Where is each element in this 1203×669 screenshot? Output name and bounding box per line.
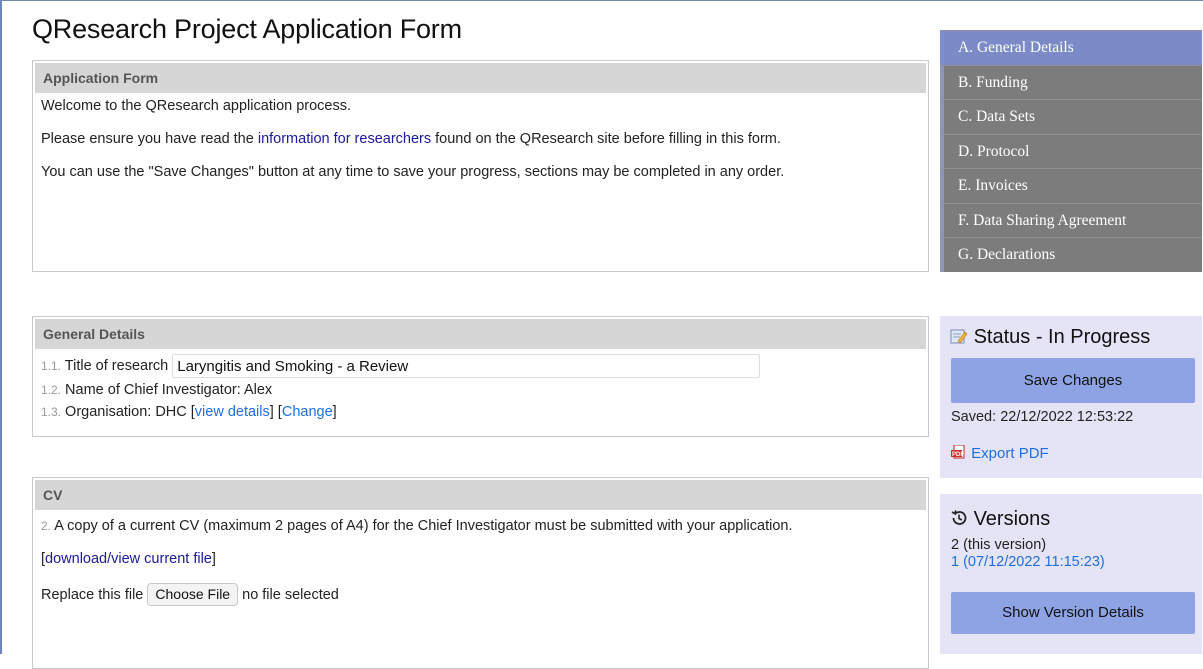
title-of-research-label: Title of research: [64, 358, 169, 374]
section-navigation: A. General Details B. Funding C. Data Se…: [940, 30, 1202, 272]
save-note-text: You can use the "Save Changes" button at…: [41, 164, 785, 180]
pdf-icon: PDF: [951, 445, 965, 459]
edit-note-icon: [950, 329, 968, 344]
replace-file-row: Replace this file Choose File no file se…: [41, 583, 920, 606]
chief-investigator-row: 1.2. Name of Chief Investigator: Alex: [41, 382, 273, 398]
export-pdf-link[interactable]: Export PDF: [971, 445, 1049, 462]
svg-text:PDF: PDF: [952, 452, 964, 458]
status-title: Status - In Progress: [973, 326, 1151, 348]
view-details-link[interactable]: view details: [195, 404, 270, 420]
previous-version-link[interactable]: 1 (07/12/2022 11:15:23): [951, 554, 1105, 570]
status-box: Status - In Progress Save Changes Saved:…: [940, 316, 1202, 478]
window-left-border: [0, 0, 2, 654]
download-view-current-file-link[interactable]: download/view current file: [45, 551, 212, 567]
change-organisation-link[interactable]: Change: [282, 404, 333, 420]
show-version-details-button[interactable]: Show Version Details: [951, 592, 1195, 634]
panel-header: Application Form: [35, 63, 926, 93]
export-pdf-row: PDF Export PDF: [940, 425, 1202, 462]
nav-item-declarations[interactable]: G. Declarations: [940, 237, 1202, 272]
information-for-researchers-link[interactable]: information for researchers: [258, 131, 431, 147]
chief-investigator-text: Name of Chief Investigator: Alex: [65, 382, 273, 398]
page-title: QResearch Project Application Form: [32, 14, 462, 44]
choose-file-button[interactable]: Choose File: [147, 583, 239, 606]
application-form-panel: Application Form Welcome to the QResearc…: [32, 60, 929, 272]
cv-panel: CV 2. A copy of a current CV (maximum 2 …: [32, 477, 929, 669]
window-top-border: [0, 0, 1203, 1]
panel-header: CV: [35, 480, 926, 510]
no-file-selected-text: no file selected: [242, 587, 339, 603]
panel-header: General Details: [35, 319, 926, 349]
nav-item-data-sets[interactable]: C. Data Sets: [940, 99, 1202, 134]
download-row: [download/view current file]: [41, 551, 216, 567]
nav-item-invoices[interactable]: E. Invoices: [940, 168, 1202, 203]
nav-item-general-details[interactable]: A. General Details: [940, 30, 1202, 65]
organisation-text: Organisation: DHC: [65, 404, 187, 420]
general-details-panel: General Details 1.1. Title of research 1…: [32, 316, 929, 437]
title-of-research-input[interactable]: [172, 354, 761, 379]
versions-title: Versions: [973, 508, 1051, 530]
nav-item-protocol[interactable]: D. Protocol: [940, 133, 1202, 168]
welcome-text: Welcome to the QResearch application pro…: [41, 98, 352, 114]
title-of-research-row: 1.1. Title of research: [41, 353, 920, 379]
ensure-text: Please ensure you have read the informat…: [41, 131, 781, 147]
status-heading: Status - In Progress: [940, 316, 1202, 349]
versions-box: Versions 2 (this version) 1 (07/12/2022 …: [940, 494, 1202, 654]
versions-heading: Versions: [940, 494, 1202, 531]
history-icon: [951, 510, 967, 525]
current-version-text: 2 (this version): [951, 537, 1047, 553]
organisation-row: 1.3. Organisation: DHC [view details] [C…: [41, 404, 337, 420]
cv-instructions: 2. A copy of a current CV (maximum 2 pag…: [41, 518, 793, 534]
nav-item-funding[interactable]: B. Funding: [940, 64, 1202, 99]
nav-item-data-sharing-agreement[interactable]: F. Data Sharing Agreement: [940, 202, 1202, 237]
saved-timestamp: Saved: 22/12/2022 12:53:22: [951, 409, 1134, 425]
save-changes-button[interactable]: Save Changes: [951, 358, 1195, 403]
